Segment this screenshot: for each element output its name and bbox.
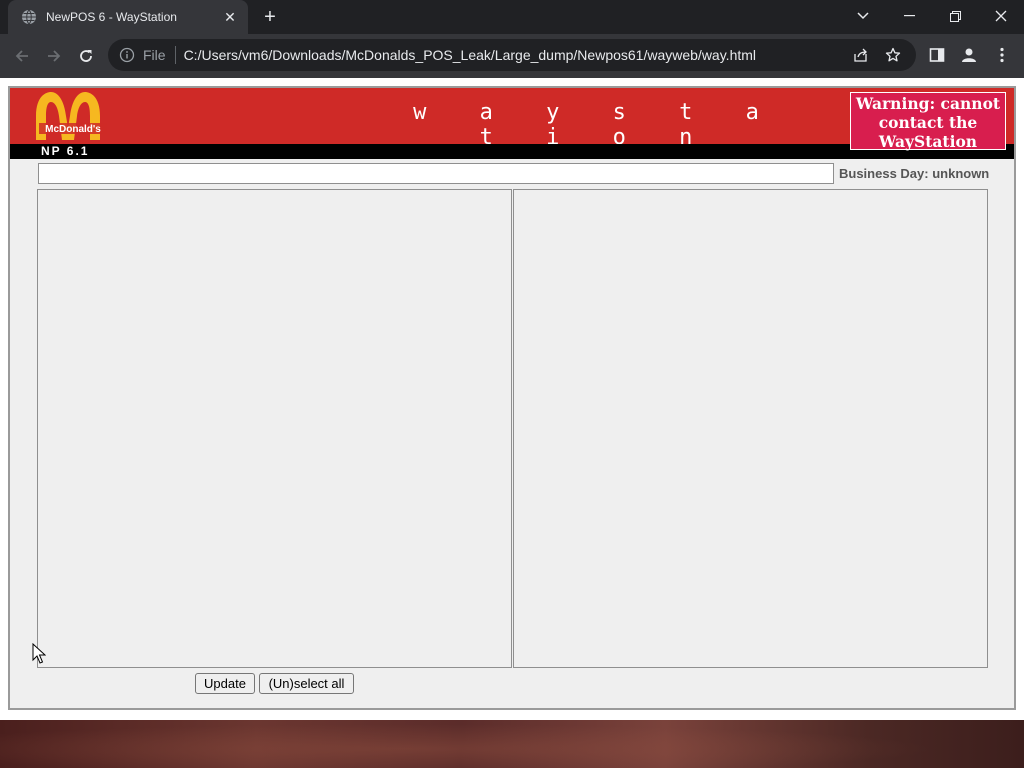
warning-banner: Warning: cannot contact the WayStation xyxy=(850,92,1006,151)
minimize-icon[interactable] xyxy=(886,0,932,32)
browser-tab-bar: NewPOS 6 - WayStation ✕ + xyxy=(0,0,1024,34)
restore-icon[interactable] xyxy=(932,0,978,32)
back-arrow-icon[interactable] xyxy=(10,44,34,68)
svg-text:McDonald's: McDonald's xyxy=(45,124,101,135)
share-icon[interactable] xyxy=(852,46,870,64)
forward-arrow-icon[interactable] xyxy=(42,44,66,68)
new-tab-button[interactable]: + xyxy=(258,6,282,28)
address-bar[interactable]: File C:/Users/vm6/Downloads/McDonalds_PO… xyxy=(108,39,916,71)
waystation-frame: McDonald's w a y s t a t i o n Warning: … xyxy=(8,86,1016,710)
globe-icon xyxy=(22,9,36,25)
mcdonalds-logo: McDonald's xyxy=(36,92,107,140)
reload-icon[interactable] xyxy=(74,44,98,68)
business-day-label: Business Day: unknown xyxy=(839,166,990,181)
page-content: McDonald's w a y s t a t i o n Warning: … xyxy=(0,78,1024,720)
left-list-panel[interactable] xyxy=(37,189,512,668)
browser-tab[interactable]: NewPOS 6 - WayStation ✕ xyxy=(8,0,248,34)
desktop-background xyxy=(0,720,1024,768)
tab-search-chevron-icon[interactable] xyxy=(840,0,886,32)
tab-title: NewPOS 6 - WayStation xyxy=(46,10,177,24)
filter-input[interactable] xyxy=(38,163,834,184)
profile-icon[interactable] xyxy=(959,45,979,65)
unselect-all-button[interactable]: (Un)select all xyxy=(259,673,354,694)
url-text[interactable]: C:/Users/vm6/Downloads/McDonalds_POS_Lea… xyxy=(184,47,852,63)
more-menu-icon[interactable] xyxy=(992,45,1012,65)
mouse-cursor-icon xyxy=(32,643,46,664)
side-panel-icon[interactable] xyxy=(927,45,947,65)
update-button[interactable]: Update xyxy=(195,673,255,694)
right-list-panel[interactable] xyxy=(513,189,988,668)
info-icon[interactable] xyxy=(119,47,135,63)
close-window-icon[interactable] xyxy=(978,0,1024,32)
address-separator xyxy=(174,46,176,64)
bookmark-star-icon[interactable] xyxy=(884,46,902,64)
waystation-title: w a y s t a t i o n xyxy=(413,100,779,150)
version-label: NP 6.1 xyxy=(41,144,90,158)
tab-close-icon[interactable]: ✕ xyxy=(220,9,240,26)
file-scheme-label: File xyxy=(143,47,166,63)
